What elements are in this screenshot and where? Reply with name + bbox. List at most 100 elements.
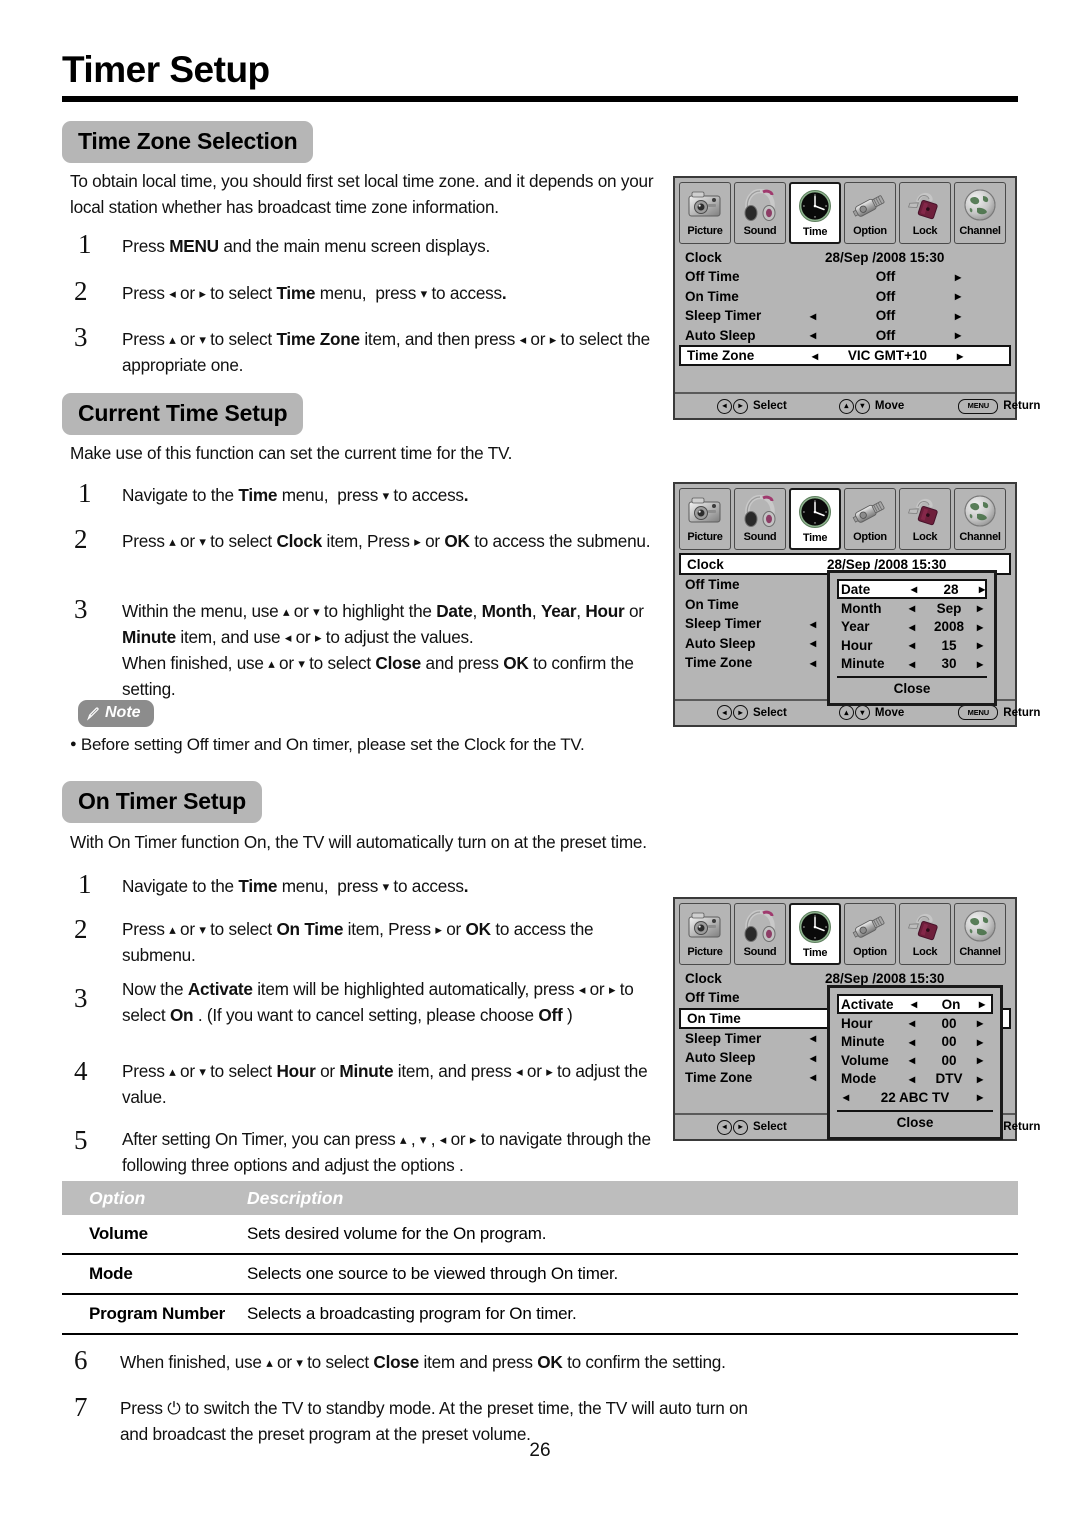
osd-footer-label: Return [1003, 1121, 1041, 1133]
popup-row-minute[interactable]: Minute ◂ 30 ▸ [837, 655, 987, 674]
left-arrow-icon[interactable]: ◂ [909, 620, 915, 634]
globe-icon [959, 492, 1001, 530]
popup-row-value: DTV [935, 1071, 963, 1087]
osd-tab-channel[interactable]: Channel [954, 903, 1006, 965]
right-arrow-icon[interactable]: ▸ [977, 1035, 983, 1049]
osd-tab-label: Option [853, 531, 887, 543]
right-arrow-icon[interactable]: ▸ [977, 1090, 983, 1104]
osd-tab-option[interactable]: Option [844, 903, 896, 965]
popup-row-label: Hour [841, 1015, 873, 1031]
left-arrow-key-icon: ◂ [717, 705, 732, 720]
osd-row-label: Clock [687, 556, 724, 572]
headphones-icon [739, 186, 781, 224]
popup-row-month[interactable]: Month ◂ Sep ▸ [837, 599, 987, 618]
popup-row-hour[interactable]: Hour ◂ 00 ▸ [837, 1014, 993, 1033]
osd-tab-sound[interactable]: Sound [734, 903, 786, 965]
right-arrow-icon[interactable]: ▸ [955, 270, 961, 284]
popup-row-hour[interactable]: Hour ◂ 15 ▸ [837, 636, 987, 655]
left-arrow-icon[interactable]: ◂ [911, 582, 917, 596]
osd-screenshot-on-time: Picture Sound Time Option Lock Channel C… [673, 897, 1040, 1141]
popup-row-minute[interactable]: Minute ◂ 00 ▸ [837, 1033, 993, 1052]
step-text: Press MENU and the main menu screen disp… [122, 236, 491, 256]
table-cell-description: Selects one source to be viewed through … [247, 1264, 619, 1283]
osd-row-clock[interactable]: Clock 28/Sep /2008 15:30 [675, 247, 1015, 267]
osd-tab-picture[interactable]: Picture [679, 488, 731, 550]
step-text: Press ▴ or ▾ to select Hour or Minute it… [122, 1061, 648, 1107]
osd-row-off-time[interactable]: Off Time Off ▸ [675, 267, 1015, 287]
left-arrow-icon[interactable]: ◂ [810, 617, 816, 631]
left-arrow-icon[interactable]: ◂ [909, 638, 915, 652]
osd-tab-sound[interactable]: Sound [734, 488, 786, 550]
right-arrow-icon[interactable]: ▸ [977, 1072, 983, 1086]
popup-close-button[interactable]: Close [837, 676, 987, 698]
osd-row-label: Time Zone [685, 655, 753, 671]
osd-row-auto-sleep[interactable]: Auto Sleep ◂ Off ▸ [675, 326, 1015, 346]
left-arrow-icon[interactable]: ◂ [909, 1016, 915, 1030]
right-arrow-icon[interactable]: ▸ [955, 309, 961, 323]
left-arrow-icon[interactable]: ◂ [911, 997, 917, 1011]
osd-tab-option[interactable]: Option [844, 488, 896, 550]
osd-tab-channel[interactable]: Channel [954, 182, 1006, 244]
right-arrow-icon[interactable]: ▸ [977, 1053, 983, 1067]
osd-tab-sound[interactable]: Sound [734, 182, 786, 244]
right-arrow-icon[interactable]: ▸ [977, 638, 983, 652]
osd-row-on-time[interactable]: On Time Off ▸ [675, 287, 1015, 307]
osd-tab-channel[interactable]: Channel [954, 488, 1006, 550]
left-arrow-icon[interactable]: ◂ [909, 601, 915, 615]
osd-row-sleep-timer[interactable]: Sleep Timer ◂ Off ▸ [675, 306, 1015, 326]
right-arrow-icon[interactable]: ▸ [977, 601, 983, 615]
right-arrow-icon[interactable]: ▸ [977, 1016, 983, 1030]
osd-tab-lock[interactable]: Lock [899, 903, 951, 965]
menu-key-icon: MENU [958, 398, 999, 414]
left-arrow-icon[interactable]: ◂ [812, 349, 818, 363]
left-arrow-icon[interactable]: ◂ [810, 1031, 816, 1045]
left-arrow-key-icon: ◂ [717, 398, 732, 414]
left-arrow-icon[interactable]: ◂ [810, 309, 816, 323]
popup-row-volume[interactable]: Volume ◂ 00 ▸ [837, 1051, 993, 1070]
left-arrow-icon[interactable]: ◂ [810, 1070, 816, 1084]
table-cell-description: Selects a broadcasting program for On ti… [247, 1304, 577, 1323]
popup-close-button[interactable]: Close [837, 1109, 993, 1132]
connector-icon [849, 492, 891, 530]
left-arrow-icon[interactable]: ◂ [810, 656, 816, 670]
osd-tab-time[interactable]: Time [789, 488, 841, 550]
left-arrow-icon[interactable]: ◂ [909, 1053, 915, 1067]
clock-submenu-popup: Date ◂ 28 ▸ Month ◂ Sep ▸ Year ◂ 2008 ▸ Hour ◂ 15 ▸ Minu… [827, 570, 997, 706]
osd-tab-label: Picture [687, 946, 723, 958]
left-arrow-icon[interactable]: ◂ [909, 1035, 915, 1049]
osd-tab-bar: Picture Sound Time Option Lock Channel [675, 178, 1015, 244]
popup-row-value: On [941, 996, 961, 1012]
osd-tab-lock[interactable]: Lock [899, 182, 951, 244]
osd-tab-lock[interactable]: Lock [899, 488, 951, 550]
popup-row-activate[interactable]: Activate ◂ On ▸ [837, 994, 993, 1014]
left-arrow-icon[interactable]: ◂ [843, 1090, 849, 1104]
osd-tab-time[interactable]: Time [789, 182, 841, 244]
right-arrow-icon[interactable]: ▸ [955, 289, 961, 303]
right-arrow-icon[interactable]: ▸ [977, 657, 983, 671]
popup-row-program-number[interactable]: ◂ 22 ABC TV ▸ [837, 1088, 993, 1107]
left-arrow-icon[interactable]: ◂ [909, 1072, 915, 1086]
osd-tab-label: Time [802, 226, 828, 238]
current-time-intro: Make use of this function can set the cu… [70, 443, 513, 463]
osd-tab-picture[interactable]: Picture [679, 903, 731, 965]
right-arrow-icon[interactable]: ▸ [979, 997, 985, 1011]
right-arrow-icon[interactable]: ▸ [955, 328, 961, 342]
right-arrow-icon[interactable]: ▸ [977, 620, 983, 634]
popup-row-year[interactable]: Year ◂ 2008 ▸ [837, 618, 987, 637]
osd-tab-picture[interactable]: Picture [679, 182, 731, 244]
popup-row-label: Date [841, 581, 871, 597]
popup-row-mode[interactable]: Mode ◂ DTV ▸ [837, 1070, 993, 1089]
left-arrow-icon[interactable]: ◂ [810, 328, 816, 342]
right-arrow-icon[interactable]: ▸ [957, 349, 963, 363]
osd-tab-option[interactable]: Option [844, 182, 896, 244]
left-arrow-icon[interactable]: ◂ [810, 1051, 816, 1065]
popup-row-date[interactable]: Date ◂ 28 ▸ [837, 579, 987, 599]
osd-tab-time[interactable]: Time [789, 903, 841, 965]
left-arrow-icon[interactable]: ◂ [909, 657, 915, 671]
osd-tab-label: Time [802, 532, 828, 544]
osd-row-time-zone[interactable]: Time Zone ◂ VIC GMT+10 ▸ [679, 345, 1011, 366]
note-body: Before setting Off timer and On timer, p… [80, 735, 585, 754]
right-arrow-icon[interactable]: ▸ [979, 582, 985, 596]
left-arrow-icon[interactable]: ◂ [810, 636, 816, 650]
section-heading-current-time: Current Time Setup [62, 393, 304, 435]
